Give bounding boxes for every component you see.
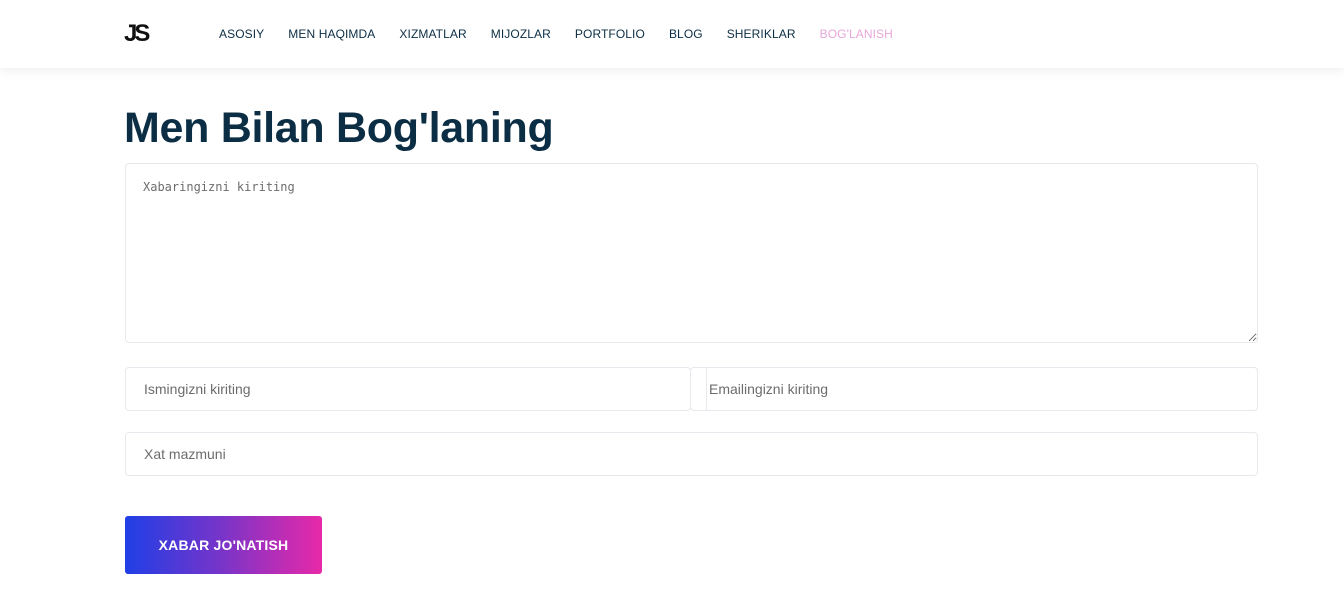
nav-link-boglanish[interactable]: BOG'LANISH bbox=[820, 27, 893, 41]
nav-link-mijozlar[interactable]: MIJOZLAR bbox=[491, 27, 551, 41]
send-message-button[interactable]: XABAR JO'NATISH bbox=[125, 516, 322, 574]
email-input[interactable] bbox=[690, 367, 1258, 411]
nav-link-men-haqimda[interactable]: MEN HAQIMDA bbox=[288, 27, 375, 41]
nav-link-asosiy[interactable]: ASOSIY bbox=[219, 27, 264, 41]
nav-link-xizmatlar[interactable]: XIZMATLAR bbox=[399, 27, 466, 41]
js-logo-icon[interactable]: JS bbox=[124, 18, 152, 46]
message-textarea[interactable] bbox=[125, 163, 1258, 343]
field-divider bbox=[706, 368, 707, 410]
main-nav: ASOSIY MEN HAQIMDA XIZMATLAR MIJOZLAR PO… bbox=[219, 0, 893, 68]
nav-link-portfolio[interactable]: PORTFOLIO bbox=[575, 27, 645, 41]
page-title: Men Bilan Bog'laning bbox=[124, 104, 554, 152]
nav-link-blog[interactable]: BLOG bbox=[669, 27, 703, 41]
subject-input[interactable] bbox=[125, 432, 1258, 476]
svg-text:JS: JS bbox=[124, 20, 150, 46]
top-navbar: JS ASOSIY MEN HAQIMDA XIZMATLAR MIJOZLAR… bbox=[0, 0, 1344, 68]
nav-link-sheriklar[interactable]: SHERIKLAR bbox=[727, 27, 796, 41]
name-input[interactable] bbox=[125, 367, 691, 411]
